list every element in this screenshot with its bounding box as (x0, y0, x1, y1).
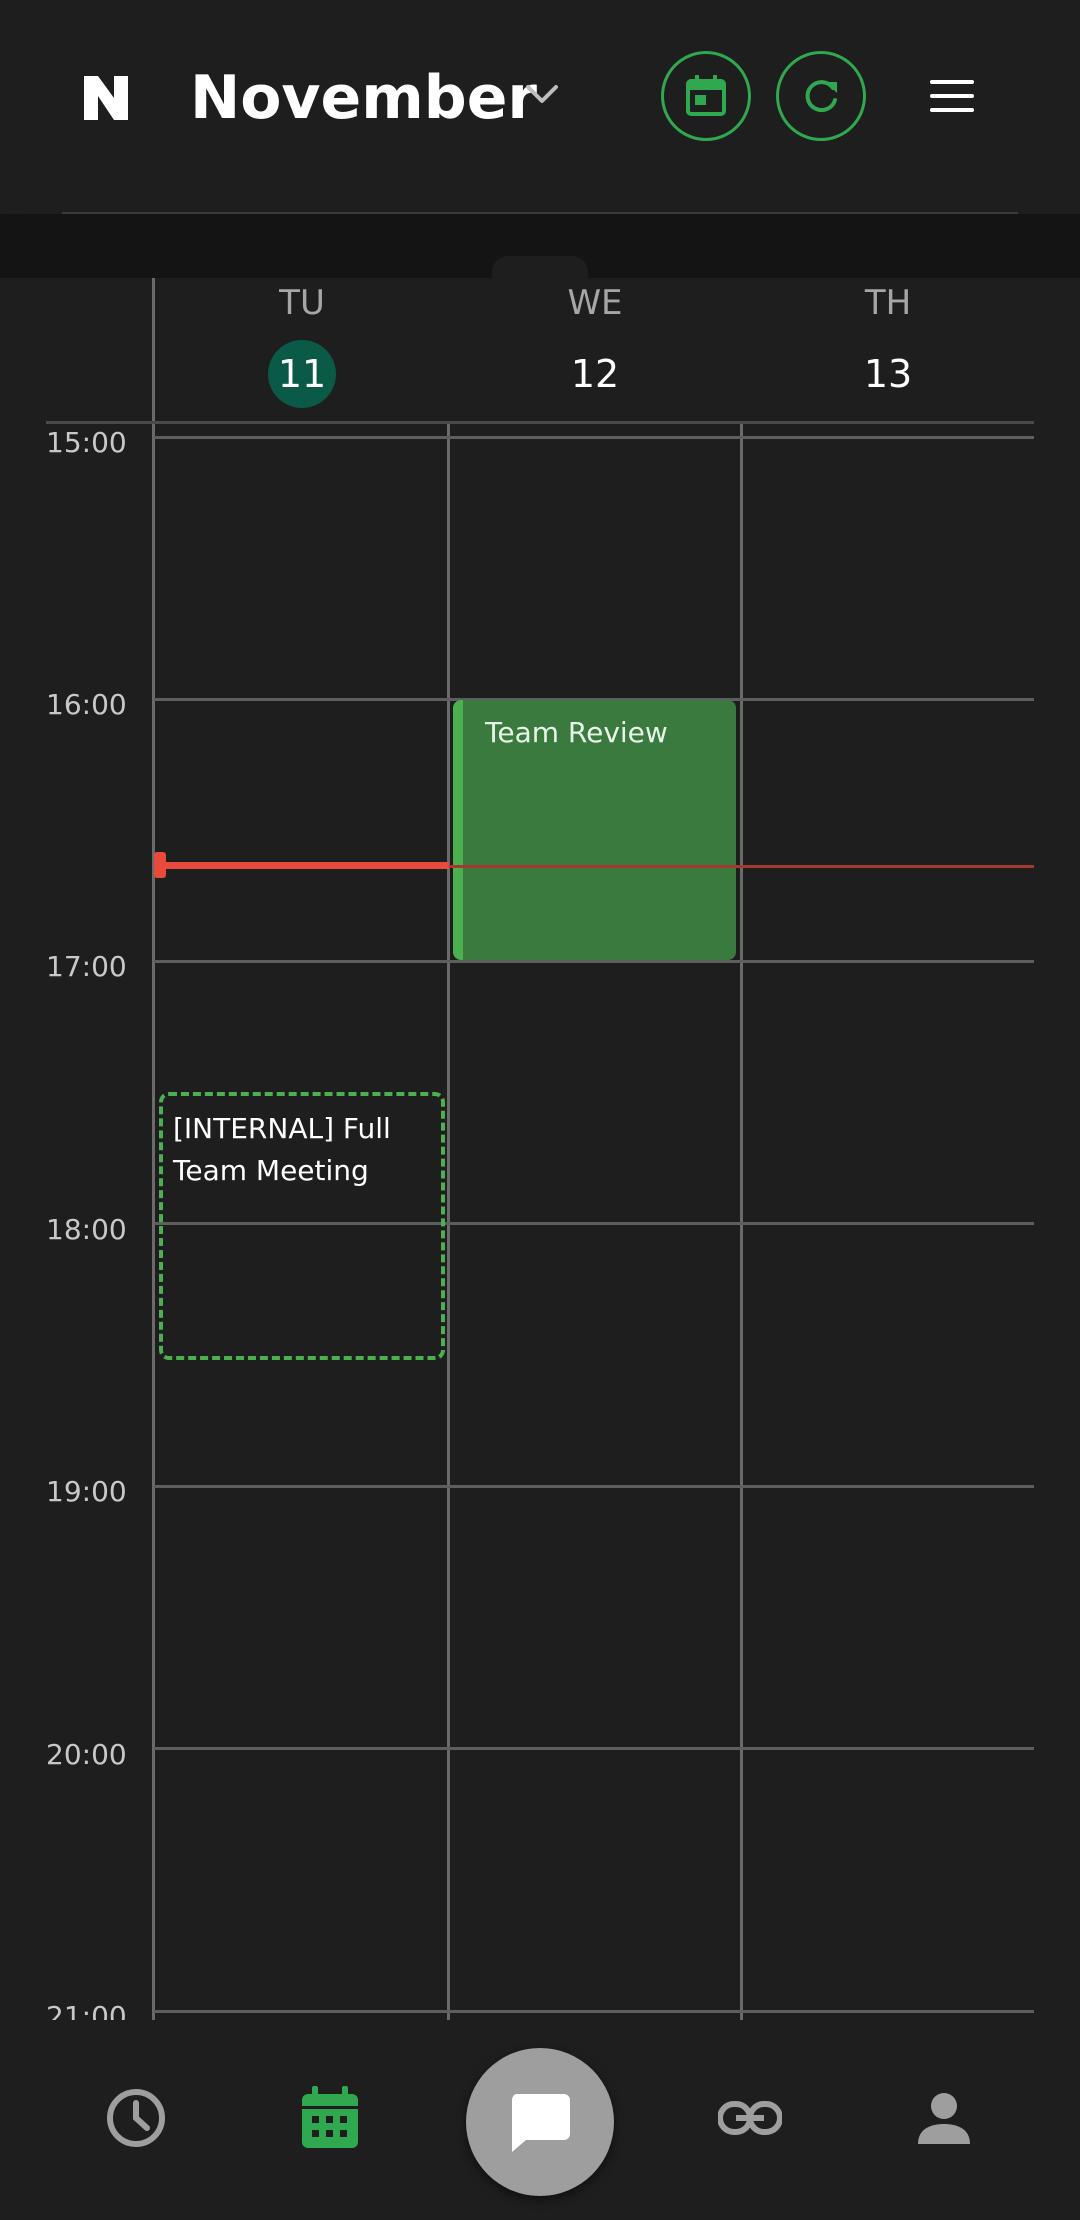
day-header-tu[interactable]: TU 11 (156, 280, 448, 408)
refresh-icon (805, 80, 837, 113)
day-of-week-label: TH (864, 283, 912, 323)
link-icon (718, 2101, 782, 2135)
chat-button[interactable] (466, 2048, 614, 2196)
current-time-marker (154, 852, 166, 878)
hamburger-menu-icon[interactable] (930, 80, 974, 114)
hour-line (154, 1485, 1034, 1488)
nav-item-links[interactable] (718, 2086, 782, 2150)
event-title: Team Review (485, 716, 668, 749)
day-number: 12 (570, 352, 620, 396)
day-header-divider (46, 421, 1034, 424)
n-logo-icon[interactable] (84, 76, 128, 120)
day-of-week-label: TU (279, 283, 325, 323)
day-number-today: 11 (268, 340, 336, 408)
nav-item-profile[interactable] (912, 2086, 976, 2150)
event-internal-team-meeting[interactable]: [INTERNAL] Full Team Meeting (159, 1092, 445, 1360)
time-label: 18:00 (46, 1213, 127, 1246)
hour-line (154, 436, 1034, 439)
month-title[interactable]: November (190, 58, 537, 138)
calendar-icon (302, 2086, 358, 2148)
time-label: 15:00 (46, 426, 127, 459)
time-column-divider (152, 278, 155, 2020)
chat-icon (511, 2094, 570, 2152)
hour-line (154, 1747, 1034, 1750)
app-header: November (0, 0, 1080, 214)
time-label: 17:00 (46, 950, 127, 983)
refresh-button[interactable] (776, 51, 866, 141)
clock-icon (107, 2089, 165, 2147)
nav-item-history[interactable] (104, 2086, 168, 2150)
hour-line (154, 960, 1034, 963)
time-label: 16:00 (46, 688, 127, 721)
day-number: 13 (863, 352, 913, 396)
current-time-line-today (154, 862, 449, 869)
day-of-week-label: WE (567, 283, 623, 323)
chevron-down-icon[interactable] (524, 82, 560, 108)
hour-line (154, 2010, 1034, 2013)
time-label: 19:00 (46, 1475, 127, 1508)
time-label: 20:00 (46, 1738, 127, 1771)
nav-item-calendar[interactable] (298, 2086, 362, 2150)
day-header-we[interactable]: WE 12 (449, 280, 741, 408)
day-header-th[interactable]: TH 13 (742, 280, 1034, 408)
event-team-review[interactable]: Team Review (453, 700, 736, 960)
event-title: [INTERNAL] Full Team Meeting (173, 1112, 391, 1187)
person-icon (918, 2093, 970, 2144)
today-button[interactable] (661, 51, 751, 141)
calendar-today-icon (686, 75, 726, 116)
